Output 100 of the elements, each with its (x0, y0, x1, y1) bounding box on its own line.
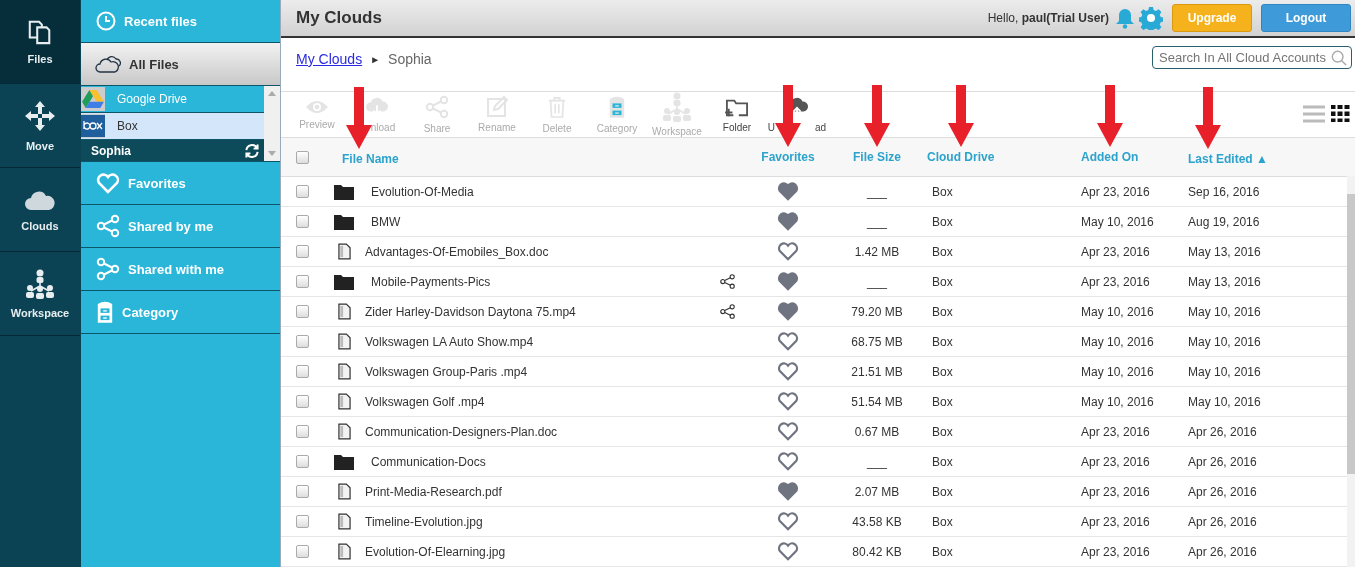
row-checkbox[interactable] (295, 215, 309, 228)
date-cell-text: Apr 23, 2016 (1081, 424, 1151, 439)
file-name[interactable]: Volkswagen Golf .mp4 (365, 394, 705, 409)
date-cell-text: May 10, 2016 (1188, 364, 1262, 379)
row-checkbox[interactable] (295, 485, 309, 498)
nav-item[interactable]: Files (0, 0, 80, 84)
heart-icon[interactable] (777, 512, 799, 531)
scroll-down-icon[interactable] (268, 151, 276, 156)
heart-icon[interactable] (777, 362, 799, 381)
share-icon (425, 94, 449, 119)
date-cell-text: Apr 23, 2016 (1081, 244, 1151, 259)
date-cell-text: Apr 23, 2016 (1081, 544, 1151, 559)
date-cell-text: May 10, 2016 (1081, 304, 1155, 319)
row-checkbox[interactable] (295, 395, 309, 408)
cloud-account-item[interactable]: Box (81, 113, 264, 140)
heart-icon[interactable] (777, 482, 799, 501)
search-icon (1331, 50, 1347, 66)
date-cell-text: May 10, 2016 (1081, 364, 1155, 379)
file-icon (337, 483, 351, 500)
file-name[interactable]: Print-Media-Research.pdf (365, 484, 705, 499)
date-cell-text: May 10, 2016 (1188, 334, 1262, 349)
bell-icon[interactable] (1114, 7, 1136, 29)
heart-icon[interactable] (777, 272, 799, 291)
date-cell-text: Apr 26, 2016 (1188, 544, 1258, 559)
list-view-icon[interactable] (1303, 105, 1325, 124)
file-name[interactable]: BMW (365, 214, 705, 229)
drive-cell-text: Box (931, 544, 954, 559)
row-checkbox[interactable] (295, 245, 309, 258)
settings-icon[interactable] (1139, 6, 1163, 30)
size-cell-text: 1.42 MB (853, 244, 901, 259)
row-checkbox[interactable] (295, 185, 309, 198)
file-name[interactable]: Zider Harley-Davidson Daytona 75.mp4 (365, 304, 705, 319)
date-cell-text: May 10, 2016 (1188, 394, 1262, 409)
size-cell-text: 51.54 MB (850, 394, 904, 409)
select-all-checkbox[interactable] (295, 150, 309, 164)
file-icon (337, 303, 351, 320)
greeting-text: Hello, paul(Trial User) (987, 11, 1109, 25)
row-checkbox[interactable] (295, 335, 309, 348)
date-cell-text: May 13, 2016 (1188, 274, 1262, 289)
scrollbar[interactable] (1347, 176, 1355, 567)
heart-icon[interactable] (777, 242, 799, 261)
share-icon[interactable] (719, 274, 735, 289)
account-name: Sophia (91, 143, 131, 158)
heart-icon[interactable] (777, 182, 799, 201)
cloud-icon (95, 54, 121, 74)
date-cell-text: Aug 19, 2016 (1188, 214, 1261, 229)
heart-icon[interactable] (777, 422, 799, 441)
heart-icon[interactable] (777, 332, 799, 351)
share-icon (96, 257, 120, 281)
file-icon (337, 333, 351, 350)
sidebar-item[interactable]: All Files (81, 43, 280, 86)
date-cell-text: May 10, 2016 (1081, 334, 1155, 349)
toolbar-button[interactable]: Folder (707, 95, 767, 133)
row-checkbox[interactable] (295, 515, 309, 528)
page-title: My Clouds (296, 8, 382, 28)
share-icon (96, 214, 120, 238)
file-name[interactable]: Mobile-Payments-Pics (365, 274, 705, 289)
search-field[interactable]: Search In All Cloud Accounts (1152, 46, 1352, 69)
row-checkbox[interactable] (295, 305, 309, 318)
file-name[interactable]: Volkswagen Group-Paris .mp4 (365, 364, 705, 379)
drive-cell-text: Box (931, 394, 954, 409)
file-name[interactable]: Evolution-Of-Elearning.jpg (365, 544, 705, 559)
refresh-icon[interactable] (244, 142, 260, 159)
drive-cell-text: Box (931, 334, 954, 349)
row-checkbox[interactable] (295, 455, 309, 468)
grid-view-icon[interactable] (1331, 105, 1351, 123)
size-cell-text: 68.75 MB (850, 334, 904, 349)
cabinet-icon (608, 94, 626, 119)
eye-icon (305, 98, 329, 115)
row-checkbox[interactable] (295, 365, 309, 378)
size-cell-text: ___ (866, 214, 888, 229)
scroll-up-icon[interactable] (268, 91, 276, 96)
breadcrumb-link[interactable]: My Clouds (296, 51, 363, 67)
scrollbar[interactable] (264, 86, 280, 161)
heart-icon[interactable] (777, 452, 799, 471)
file-icon (337, 513, 351, 530)
heart-icon[interactable] (777, 392, 799, 411)
row-checkbox[interactable] (295, 275, 309, 288)
file-name[interactable]: Advantages-Of-Emobiles_Box.doc (365, 244, 705, 259)
date-cell-text: Apr 23, 2016 (1081, 454, 1151, 469)
file-name[interactable]: Evolution-Of-Media (365, 184, 705, 199)
heart-icon[interactable] (777, 302, 799, 321)
heart-icon[interactable] (777, 542, 799, 561)
file-icon (337, 543, 351, 560)
row-checkbox[interactable] (295, 425, 309, 438)
folder-icon (334, 453, 354, 470)
share-icon[interactable] (719, 304, 735, 319)
file-name[interactable]: Communication-Designers-Plan.doc (365, 424, 705, 439)
row-checkbox[interactable] (295, 545, 309, 558)
heart-icon[interactable] (777, 212, 799, 231)
trash-icon (547, 94, 567, 119)
breadcrumb-separator: ► (370, 53, 381, 65)
drive-cell-text: Box (931, 514, 954, 529)
file-name[interactable]: Timeline-Evolution.jpg (365, 514, 705, 529)
file-name[interactable]: Volkswagen LA Auto Show.mp4 (365, 334, 705, 349)
drive-cell-text: Box (931, 214, 954, 229)
account-item[interactable]: Sophia (81, 140, 264, 161)
file-name[interactable]: Communication-Docs (365, 454, 705, 469)
date-cell-text: Apr 26, 2016 (1188, 454, 1258, 469)
file-icon (337, 393, 351, 410)
